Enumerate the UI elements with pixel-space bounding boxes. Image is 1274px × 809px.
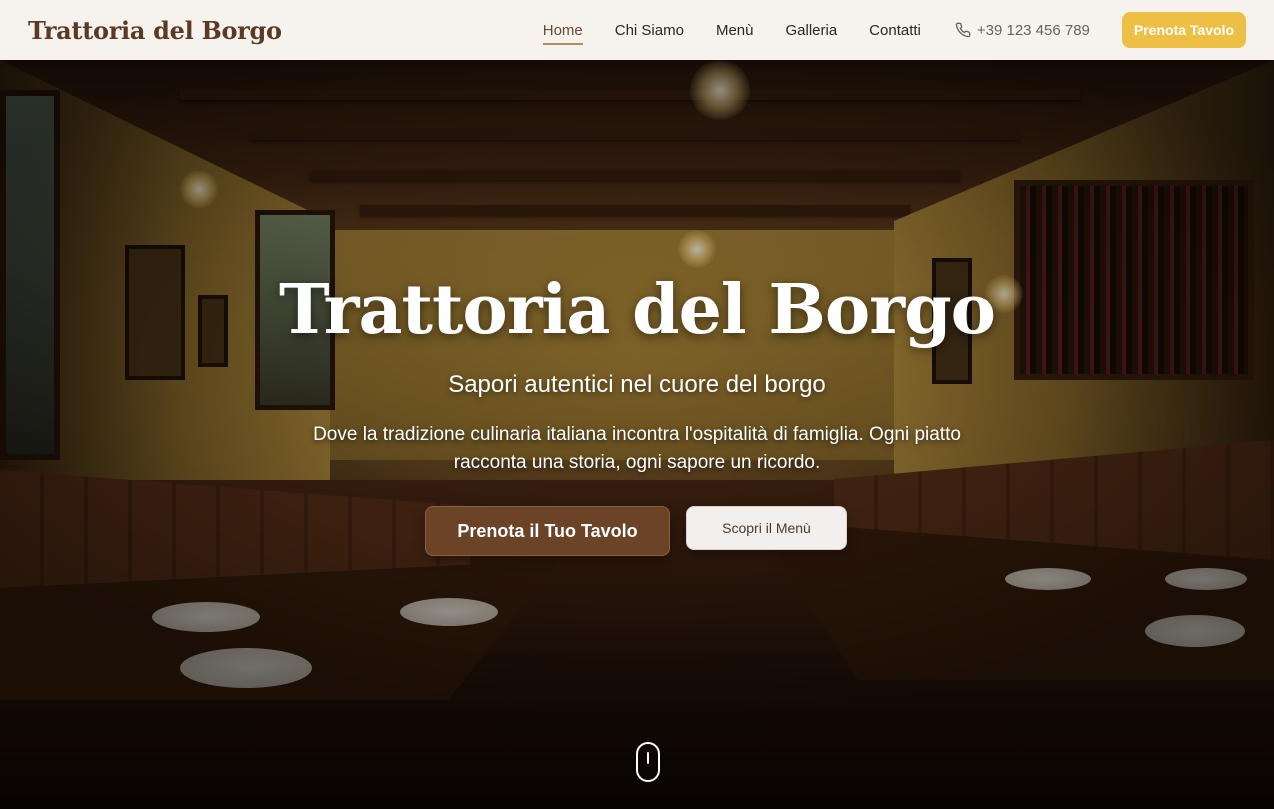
mouse-scroll-icon[interactable]	[636, 742, 660, 782]
hero-section: Trattoria del Borgo Sapori autentici nel…	[0, 0, 1274, 809]
site-logo[interactable]: Trattoria del Borgo	[28, 16, 282, 45]
hero-description: Dove la tradizione culinaria italiana in…	[313, 424, 961, 473]
book-table-button[interactable]: Prenota Tavolo	[1121, 12, 1246, 48]
nav-links: Home Chi Siamo Menù Galleria Contatti +3…	[511, 12, 1246, 48]
phone-link[interactable]: +39 123 456 789	[955, 22, 1090, 39]
hero-title: Trattoria del Borgo	[279, 270, 996, 350]
discover-menu-button[interactable]: Scopri il Menù	[686, 506, 847, 550]
navbar: Trattoria del Borgo Home Chi Siamo Menù …	[0, 0, 1274, 60]
book-your-table-button[interactable]: Prenota il Tuo Tavolo	[425, 506, 670, 556]
phone-icon	[955, 22, 971, 38]
nav-link-menu[interactable]: Menù	[716, 22, 754, 39]
phone-number: +39 123 456 789	[976, 21, 1090, 39]
nav-link-contatti[interactable]: Contatti	[869, 22, 921, 39]
nav-link-chi-siamo[interactable]: Chi Siamo	[615, 22, 684, 39]
hero-subtitle: Sapori autentici nel cuore del borgo	[448, 371, 826, 398]
nav-link-home[interactable]: Home	[542, 22, 583, 45]
nav-link-galleria[interactable]: Galleria	[785, 22, 837, 39]
